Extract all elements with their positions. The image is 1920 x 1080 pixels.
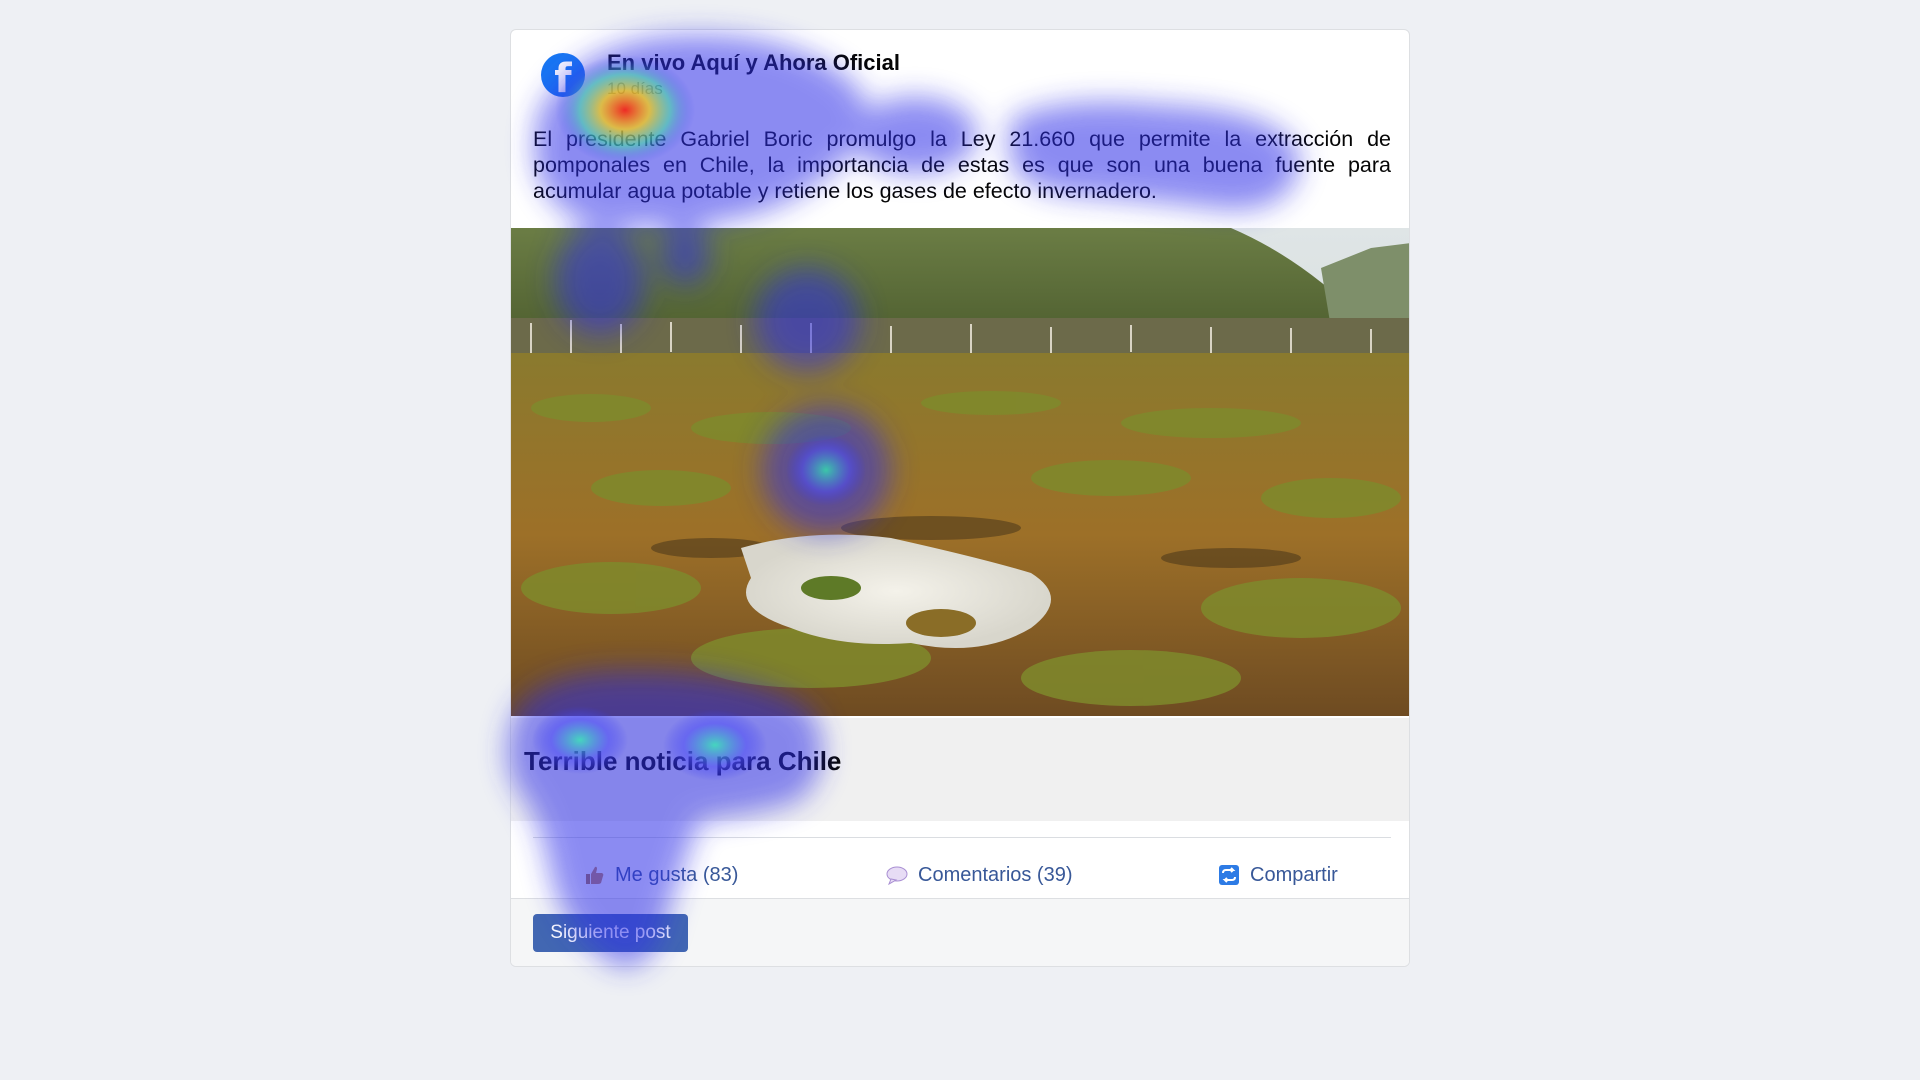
comments-label: Comentarios (39)	[918, 863, 1073, 886]
comments-button[interactable]: Comentarios (39)	[886, 860, 1073, 890]
share-icon	[1218, 864, 1240, 886]
share-label: Compartir	[1250, 863, 1338, 886]
post-footer: Siguiente post	[511, 898, 1409, 966]
thumbs-up-icon	[583, 864, 605, 886]
post-author[interactable]: En vivo Aquí y Ahora Oficial	[607, 50, 900, 76]
share-button[interactable]: Compartir	[1218, 860, 1338, 890]
post-image[interactable]	[511, 228, 1409, 716]
post-header: f En vivo Aquí y Ahora Oficial 10 días E…	[511, 30, 1409, 230]
like-label: Me gusta (83)	[615, 863, 739, 886]
post-card: f En vivo Aquí y Ahora Oficial 10 días E…	[510, 29, 1410, 967]
post-body-text: El presidente Gabriel Boric promulgo la …	[533, 127, 1391, 203]
post-timestamp[interactable]: 10 días	[607, 79, 663, 99]
peat-bog-landscape-photo	[511, 228, 1409, 716]
link-title[interactable]: Terrible noticia para Chile	[524, 746, 841, 777]
next-post-button[interactable]: Siguiente post	[533, 914, 688, 952]
actions-divider	[533, 837, 1391, 838]
page: f En vivo Aquí y Ahora Oficial 10 días E…	[0, 0, 1920, 1080]
facebook-logo-icon: f	[541, 53, 585, 97]
speech-bubble-icon	[886, 864, 908, 886]
link-preview[interactable]: Terrible noticia para Chile	[511, 718, 1409, 821]
like-button[interactable]: Me gusta (83)	[583, 860, 738, 890]
